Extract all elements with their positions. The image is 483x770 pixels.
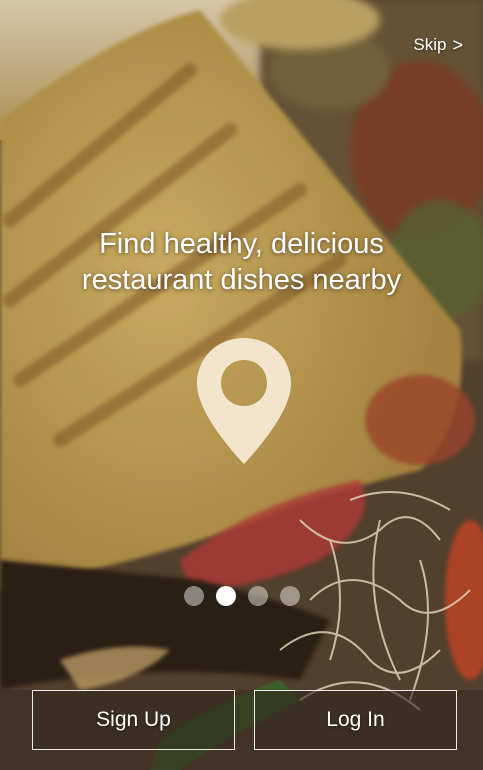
page-dot-3[interactable] xyxy=(247,586,268,606)
page-dot-2-active[interactable] xyxy=(215,586,236,606)
chevron-right-icon: > xyxy=(452,35,463,55)
onboarding-headline: Find healthy, delicious restaurant dishe… xyxy=(20,226,463,298)
location-pin-icon xyxy=(197,338,291,464)
headline-line-1: Find healthy, delicious xyxy=(99,228,384,260)
headline-line-2: restaurant dishes nearby xyxy=(81,264,402,296)
page-dot-4[interactable] xyxy=(279,586,300,606)
skip-label: Skip xyxy=(413,35,447,54)
page-indicator xyxy=(0,586,483,606)
sign-up-button[interactable]: Sign Up xyxy=(32,690,235,750)
skip-button[interactable]: Skip > xyxy=(413,35,463,55)
onboarding-screen: Skip > Find healthy, delicious restauran… xyxy=(0,0,483,770)
log-in-button[interactable]: Log In xyxy=(254,690,457,750)
page-dot-1[interactable] xyxy=(183,586,204,606)
